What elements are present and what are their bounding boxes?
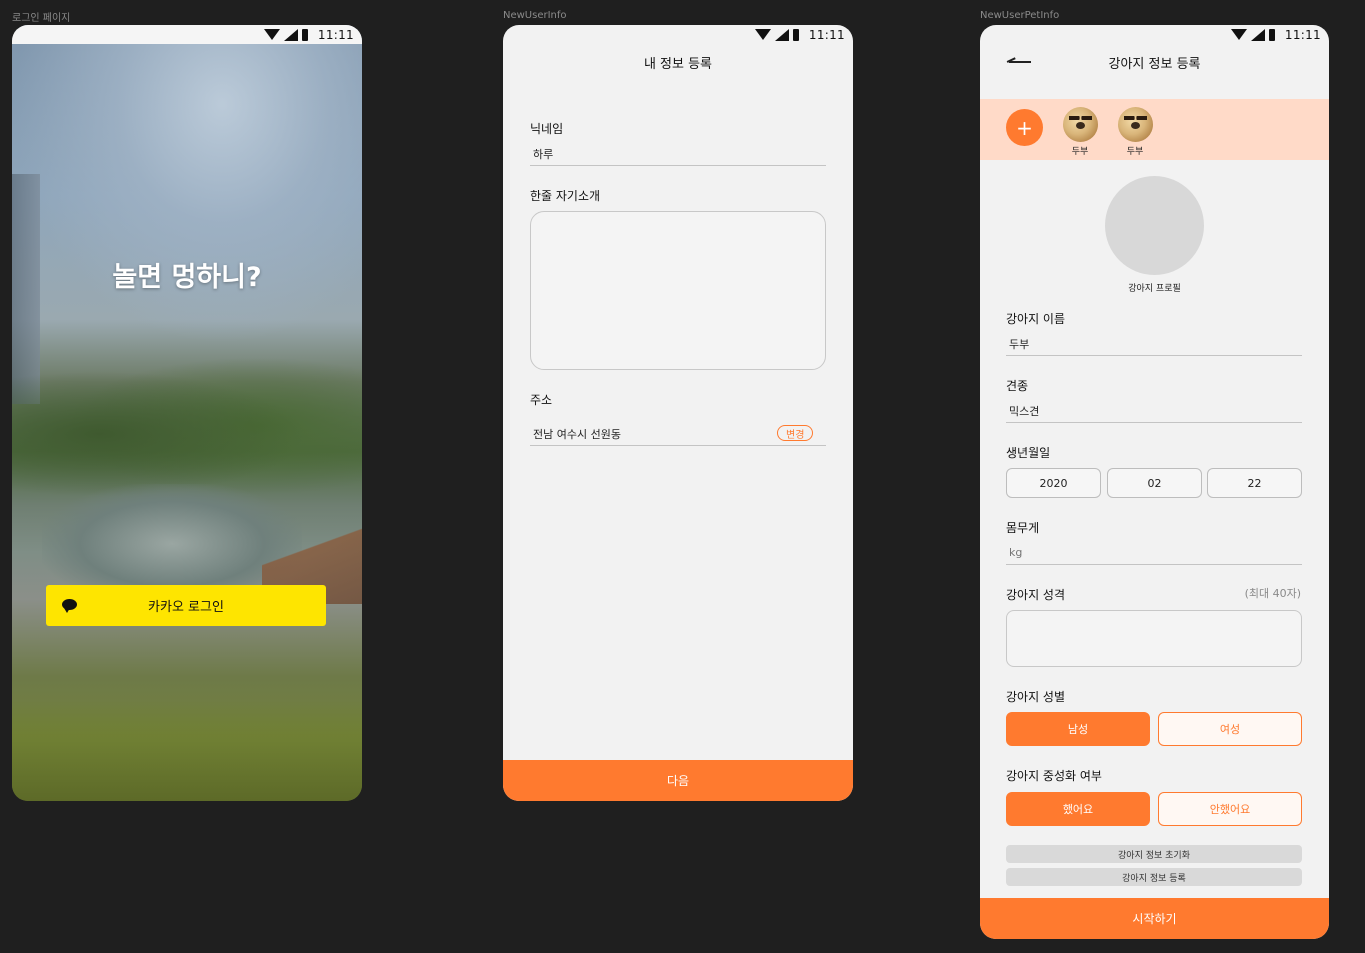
breed-input[interactable] (1006, 402, 1302, 423)
app-headline: 놀면 멍하니? (112, 262, 262, 293)
pet-profile-caption: 강아지 프로필 (1128, 284, 1181, 294)
add-pet-button[interactable]: + (1006, 109, 1043, 146)
register-pet-info-button[interactable]: 강아지 정보 등록 (1006, 868, 1302, 886)
pet-chip-name: 두부 (1071, 147, 1089, 157)
status-bar: 11:11 (12, 25, 362, 44)
weight-input[interactable] (1006, 543, 1302, 565)
nickname-label: 닉네임 (530, 122, 564, 136)
frame-label-new-user-pet-info: NewUserPetInfo (980, 10, 1060, 21)
frame-label-new-user-info: NewUserInfo (503, 10, 567, 21)
status-time: 11:11 (1284, 27, 1321, 42)
status-bar: 11:11 (980, 25, 1329, 44)
nickname-input[interactable] (530, 145, 826, 166)
address-change-button[interactable]: 변경 (777, 425, 814, 441)
birth-day-input[interactable] (1207, 468, 1302, 498)
signal-icon (1250, 28, 1265, 41)
wifi-icon (754, 29, 771, 40)
breed-label: 견종 (1006, 379, 1029, 393)
gender-female-button[interactable]: 여성 (1158, 712, 1302, 746)
neuter-yes-button[interactable]: 했어요 (1006, 792, 1150, 826)
page-title: 강아지 정보 등록 (1108, 57, 1201, 72)
weight-label: 몸무게 (1006, 521, 1040, 535)
pet-profile-image-picker[interactable] (1105, 176, 1204, 275)
kakao-login-button[interactable]: 카카오 로그인 (46, 585, 326, 626)
wifi-icon (1230, 29, 1247, 40)
pet-chip[interactable]: 두부 (1060, 107, 1100, 157)
status-bar: 11:11 (503, 25, 853, 44)
neuter-label: 강아지 중성화 여부 (1006, 769, 1102, 783)
new-user-pet-info-screen: 11:11 강아지 정보 등록 + 두부 두부 강아지 프로필 강아지 이름 견… (980, 25, 1329, 939)
personality-textarea[interactable] (1006, 610, 1302, 667)
status-time: 11:11 (317, 27, 354, 42)
status-time: 11:11 (808, 27, 845, 42)
pet-name-input[interactable] (1006, 335, 1302, 356)
neuter-no-button[interactable]: 안했어요 (1158, 792, 1302, 826)
bio-textarea[interactable] (530, 211, 826, 370)
signal-icon (774, 28, 789, 41)
chat-bubble-icon (62, 599, 77, 613)
battery-icon (1268, 28, 1275, 41)
signal-icon (283, 28, 298, 41)
bio-label: 한줄 자기소개 (530, 189, 601, 203)
pet-chip-name: 두부 (1126, 147, 1144, 157)
page-title: 내 정보 등록 (643, 57, 713, 72)
pet-selector-strip: + 두부 두부 (980, 99, 1329, 160)
login-screen: 11:11 놀면 멍하니? 카카오 로그인 (12, 25, 362, 801)
new-user-info-screen: 11:11 내 정보 등록 닉네임 한줄 자기소개 주소 변경 다음 (503, 25, 853, 801)
personality-label: 강아지 성격 (1006, 588, 1066, 602)
pet-avatar (1062, 107, 1098, 142)
birth-month-input[interactable] (1107, 468, 1202, 498)
birthdate-label: 생년월일 (1006, 446, 1051, 460)
battery-icon (301, 28, 308, 41)
pet-avatar (1117, 107, 1153, 142)
kakao-login-label: 카카오 로그인 (148, 600, 224, 615)
next-button[interactable]: 다음 (503, 760, 853, 801)
battery-icon (792, 28, 799, 41)
start-button[interactable]: 시작하기 (980, 898, 1329, 939)
gender-label: 강아지 성별 (1006, 690, 1066, 704)
address-label: 주소 (530, 393, 553, 407)
pet-name-label: 강아지 이름 (1006, 312, 1066, 326)
frame-label-login: 로그인 페이지 (12, 13, 71, 24)
personality-limit-hint: (최대 40자) (1244, 587, 1301, 600)
park-background-image (12, 44, 362, 801)
birth-year-input[interactable] (1006, 468, 1101, 498)
gender-male-button[interactable]: 남성 (1006, 712, 1150, 746)
wifi-icon (263, 29, 280, 40)
pet-chip[interactable]: 두부 (1115, 107, 1155, 157)
reset-pet-info-button[interactable]: 강아지 정보 초기화 (1006, 845, 1302, 863)
